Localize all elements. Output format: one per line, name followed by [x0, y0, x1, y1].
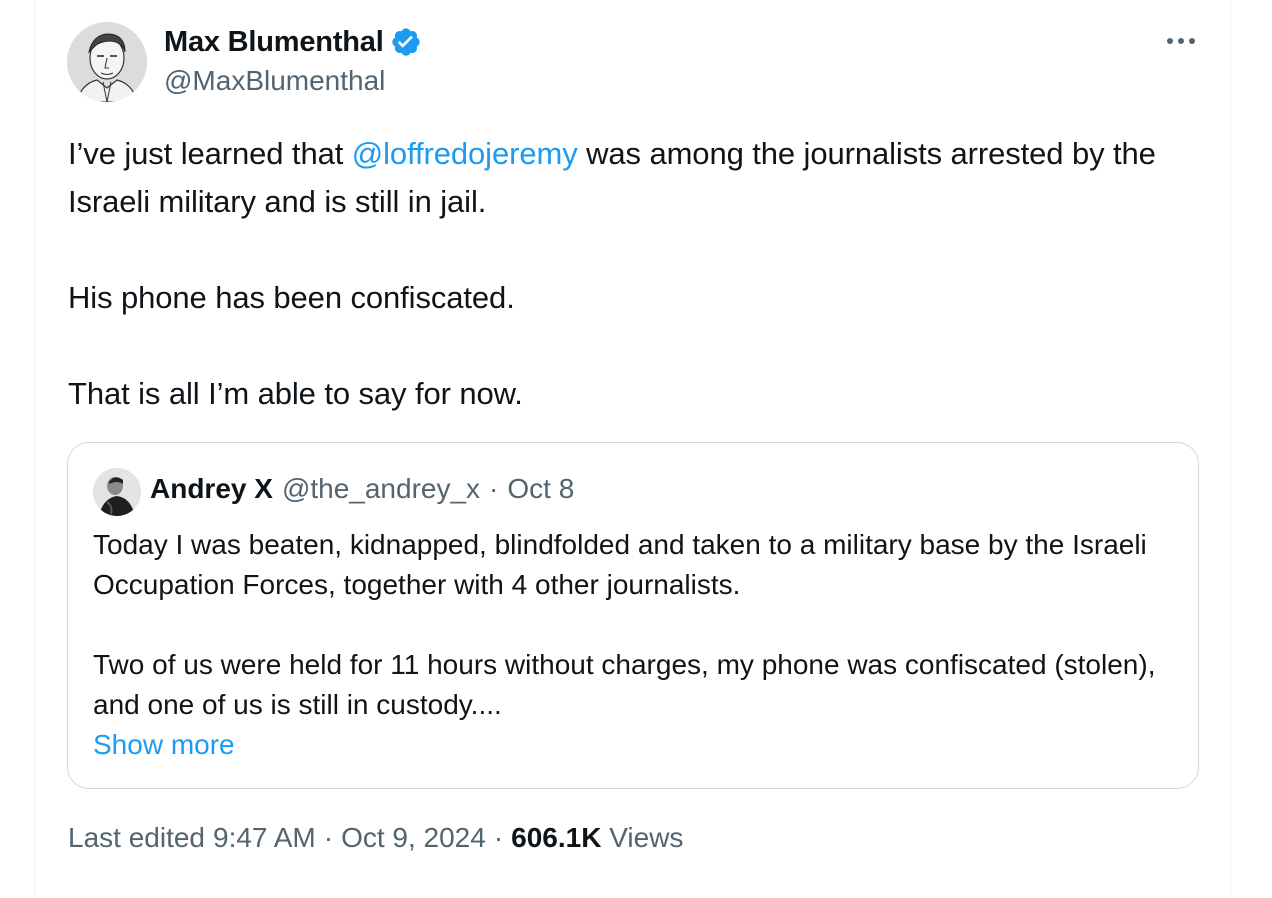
quote-author-handle[interactable]: @the_andrey_x: [282, 473, 480, 505]
avatar-photo-icon: [93, 468, 141, 516]
avatar-sketch-portrait-icon: [67, 22, 147, 102]
views-label[interactable]: Views: [609, 822, 683, 853]
verified-badge-icon[interactable]: [390, 26, 422, 58]
more-options-button[interactable]: [1158, 26, 1204, 56]
tweet-paragraph-3: That is all I’m able to say for now.: [68, 376, 523, 411]
tweet-time[interactable]: 9:47 AM: [213, 822, 316, 854]
quoted-tweet-card[interactable]: Andrey X @the_andrey_x · Oct 8 Today I w…: [67, 442, 1199, 789]
more-horizontal-icon: [1167, 38, 1195, 44]
quote-header: Andrey X @the_andrey_x · Oct 8: [150, 473, 574, 505]
mention-link[interactable]: @loffredojeremy: [352, 136, 578, 171]
tweet-meta: Last edited 9:47 AM · Oct 9, 2024 · 606.…: [68, 822, 683, 854]
views-count[interactable]: 606.1K: [511, 822, 601, 853]
edited-label[interactable]: Last edited: [68, 822, 205, 854]
quote-text: Today I was beaten, kidnapped, blindfold…: [93, 525, 1178, 725]
tweet-text: I’ve just learned that @loffredojeremy w…: [68, 130, 1178, 418]
author-handle[interactable]: @MaxBlumenthal: [164, 65, 385, 97]
quote-paragraph-1: Today I was beaten, kidnapped, blindfold…: [93, 529, 1147, 600]
quote-date[interactable]: Oct 8: [507, 473, 574, 505]
quote-paragraph-2: Two of us were held for 11 hours without…: [93, 649, 1156, 720]
tweet-text-segment: I’ve just learned that: [68, 136, 352, 171]
tweet-paragraph-1: I’ve just learned that @loffredojeremy w…: [68, 130, 1178, 226]
separator-dot: ·: [493, 822, 504, 853]
quote-author-name[interactable]: Andrey X: [150, 473, 273, 505]
author-avatar[interactable]: [67, 22, 147, 102]
separator-dot: ·: [489, 473, 499, 504]
show-more-link[interactable]: Show more: [93, 725, 235, 765]
separator-dot: ·: [323, 822, 334, 853]
author-name[interactable]: Max Blumenthal: [164, 26, 384, 59]
tweet-paragraph-2: His phone has been confiscated.: [68, 280, 515, 315]
quote-author-avatar[interactable]: [93, 468, 141, 516]
author-name-row: Max Blumenthal: [164, 24, 422, 60]
tweet-date[interactable]: Oct 9, 2024: [341, 822, 486, 854]
